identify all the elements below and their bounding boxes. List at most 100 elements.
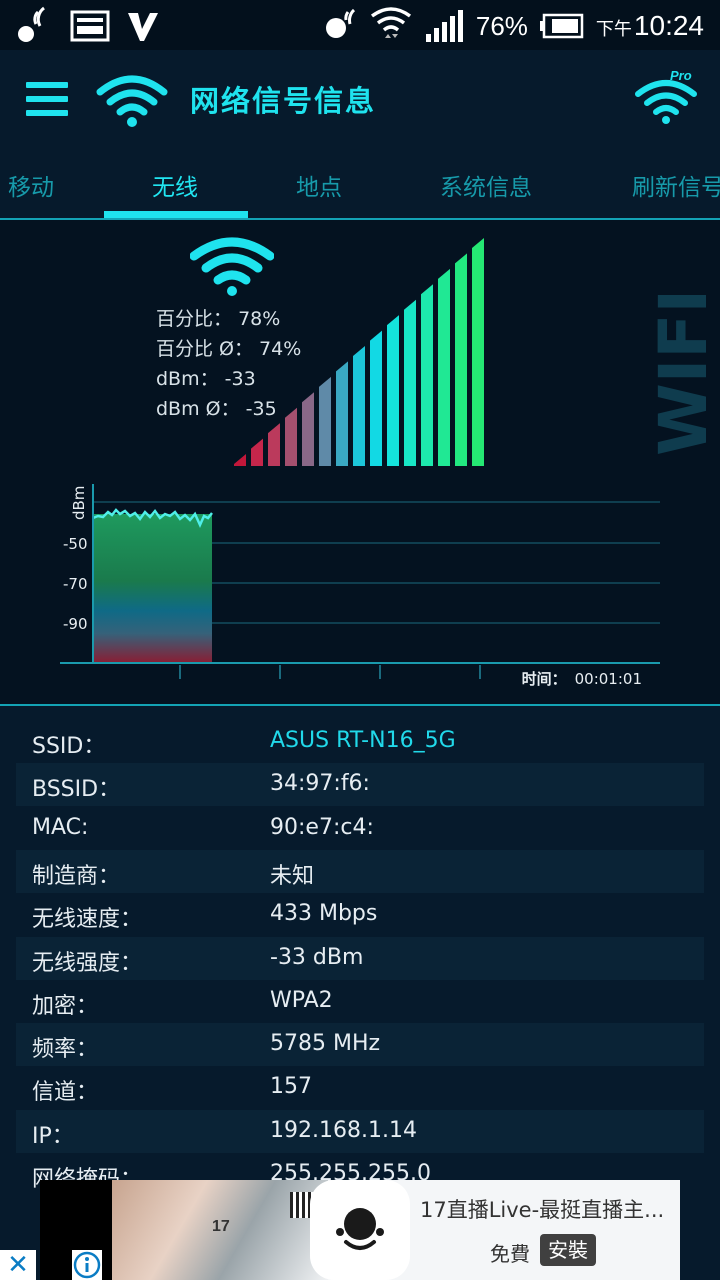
info-row: 无线强度： -33 dBm [16,936,704,980]
tab-bar: 移动 无线 地点 系统信息 刷新信号 [0,146,720,220]
task-check-icon [128,13,158,41]
graph-y-tick: -50 [63,535,88,553]
image-icon [70,10,110,42]
info-value: WPA2 [270,987,333,1013]
info-value: 433 Mbps [270,901,378,927]
tab-location[interactable]: 地点 [296,168,342,202]
ad-close-button[interactable]: ✕ [0,1250,36,1280]
info-label: 制造商： [32,863,121,889]
pro-badge: Pro [670,68,692,83]
signal-bar [353,346,365,466]
info-label: 加密： [32,993,99,1019]
info-icon [73,1251,101,1279]
info-row: MAC: 90:e7:c4: [16,807,704,850]
info-label: IP： [32,1123,74,1149]
info-row: IP： 192.168.1.14 [16,1109,704,1153]
status-bar: 76% 下午10:24 [0,0,720,50]
ad-thumbnail: 17 [112,1180,328,1280]
info-label: 信道： [32,1080,99,1106]
face-logo-icon [336,1208,384,1250]
signal-bar [472,238,484,466]
graph-time-label: 时间： [521,670,567,688]
signal-strength-bars [234,238,484,466]
ad-free-label: 免費 [490,1242,530,1266]
menu-icon-line [26,110,68,116]
ad-title: 17直播Live-最挺直播主... [420,1198,665,1222]
info-value: 34:97:f6: [270,771,370,797]
sync-icon [325,8,355,38]
wifi-status-icon [370,7,411,38]
ad-app-logo [310,1180,410,1280]
clock: 下午10:24 [596,10,704,42]
graph-y-tick: -90 [63,615,88,633]
signal-bar [302,392,314,466]
signal-bar [268,423,280,466]
info-value: 157 [270,1074,312,1100]
satellite-icon [18,6,45,42]
info-label: MAC: [32,814,89,840]
battery-icon [539,13,584,39]
info-value: ASUS RT-N16_5G [270,728,456,753]
tab-system-info[interactable]: 系统信息 [440,168,532,202]
ad-thumb-number: 17 [212,1218,230,1235]
signal-bar [285,407,297,466]
signal-percent-label: 百分比： [156,308,233,330]
signal-bar [251,438,263,466]
signal-bar [438,268,450,466]
cell-signal-icon [425,10,463,42]
info-row: SSID： ASUS RT-N16_5G [16,720,704,763]
tab-mobile[interactable]: 移动 [8,168,54,202]
info-label: SSID： [32,734,106,759]
wifi-pro-icon: Pro [635,68,697,124]
wifi-watermark-text: WIFI [648,289,718,456]
signal-bar [319,376,331,466]
info-value: 192.168.1.14 [270,1117,417,1143]
info-label: 频率： [32,1037,99,1063]
ad-info-button[interactable] [72,1250,102,1280]
signal-bar [421,284,433,466]
tab-refresh-signal[interactable]: 刷新信号 [632,168,720,202]
close-icon: ✕ [7,1250,29,1280]
graph-y-tick: -70 [63,575,88,593]
wifi-watermark: WIFI [648,289,718,456]
wifi-logo-icon [96,75,168,127]
ad-install-button[interactable]: 安裝 [540,1234,596,1266]
graph-time-value: 00:01:01 [574,670,642,688]
info-value: 5785 MHz [270,1031,381,1057]
signal-bar [387,315,399,466]
info-label: BSSID： [32,777,121,803]
app-bar: 网络信号信息 Pro [0,50,720,146]
graph-elapsed-time: 时间： 00:01:01 [522,668,642,689]
info-label: 无线强度： [32,950,143,976]
menu-button[interactable] [26,82,70,116]
tab-wireless[interactable]: 无线 [152,168,198,202]
info-row: 频率： 5785 MHz [16,1023,704,1067]
pro-upgrade-button[interactable]: Pro [634,68,698,130]
battery-percent: 76% [475,10,528,41]
signal-bar [404,299,416,466]
menu-icon-line [26,96,68,102]
app-title: 网络信号信息 [190,84,377,118]
info-row: 制造商： 未知 [16,849,704,893]
signal-bar [455,253,467,466]
graph-y-label: dBm [70,486,88,520]
info-row: 无线速度： 433 Mbps [16,893,704,936]
signal-bar [370,330,382,466]
menu-icon [26,82,68,88]
info-row: 加密： WPA2 [16,980,704,1023]
clock-period: 下午 [595,19,632,39]
signal-bar [234,454,246,466]
info-value: 90:e7:c4: [270,814,374,840]
clock-time: 10:24 [633,10,704,41]
info-row: 信道： 157 [16,1066,704,1109]
signal-history-area [93,514,212,663]
info-label: 无线速度： [32,907,143,933]
active-tab-indicator [104,211,248,218]
signal-dbm-label: dBm： [156,368,219,390]
info-row: BSSID： 34:97:f6: [16,763,704,807]
ad-banner[interactable]: 17 17直播Live-最挺直播主... 免費 安裝 [40,1180,680,1280]
signal-bar [336,361,348,466]
signal-avg-dbm-label: dBm Ø： [156,398,240,420]
info-value: 未知 [270,863,315,889]
info-value: -33 dBm [270,944,364,970]
